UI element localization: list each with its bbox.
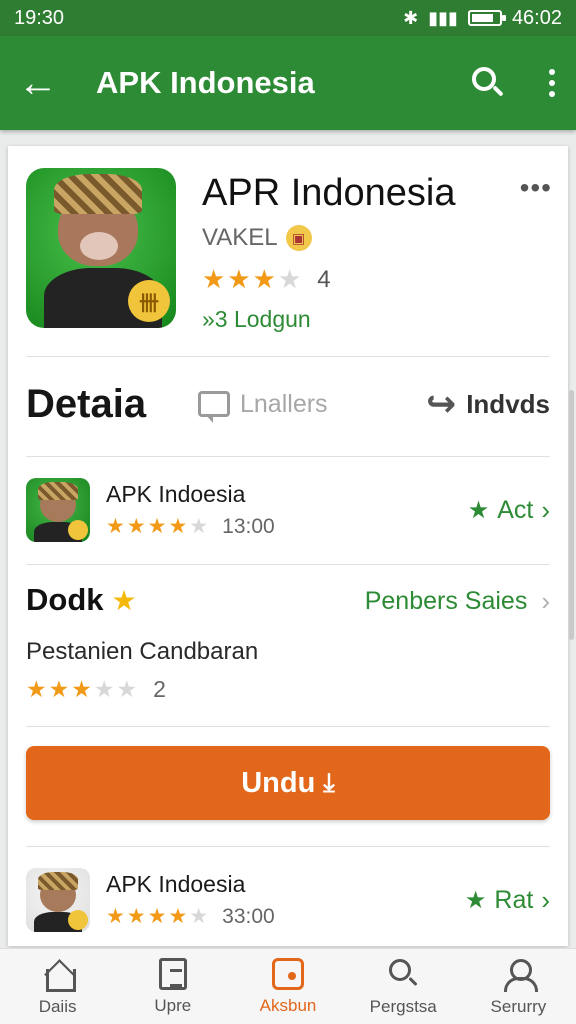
list-item-title: APK Indoesia <box>106 871 246 897</box>
rating-value: 4 <box>317 265 331 293</box>
document-icon <box>158 957 187 990</box>
app-rating: ★★★★ 4 <box>202 264 331 295</box>
app-detail-card: 卌 APR Indonesia ••• VAKEL ▣ ★★★★ 4 »3 Lo… <box>8 146 568 946</box>
status-right-text: 46:02 <box>511 6 562 29</box>
user-icon <box>501 957 539 992</box>
tab-share[interactable]: ↪ Indvds <box>426 383 550 425</box>
star-rating-icon: ★★★★★ <box>106 905 211 928</box>
list-item[interactable]: APK Indoesia ★★★★★ 13:00 ★ Act › <box>26 462 550 558</box>
section-rating: ★★★★★ 2 <box>26 676 166 703</box>
more-horiz-icon[interactable]: ••• <box>520 172 552 204</box>
divider <box>26 564 550 565</box>
nav-item-home[interactable]: Daiis <box>0 949 115 1024</box>
download-icon: ⤓ <box>323 767 335 797</box>
nav-item-label: Aksbun <box>259 995 317 1015</box>
divider <box>26 456 550 457</box>
developer-badge-icon: ▣ <box>285 225 312 251</box>
home-icon <box>41 957 76 992</box>
back-arrow-icon[interactable]: ← <box>18 63 78 103</box>
app-icon: 卌 <box>26 168 176 328</box>
download-count: »3 Lodgun <box>202 306 311 332</box>
divider <box>26 356 550 357</box>
chevron-right-icon: › <box>541 494 550 525</box>
star-icon: ★ <box>464 886 487 914</box>
list-item-action[interactable]: ★ Rat › <box>465 885 550 916</box>
download-button[interactable]: Undu ⤓ <box>26 746 550 820</box>
download-button-label: Undu <box>241 766 316 799</box>
more-vert-icon[interactable] <box>546 69 558 97</box>
search-icon <box>386 957 420 991</box>
developer-row[interactable]: VAKEL ▣ <box>202 224 312 252</box>
app-bar: ← APK Indonesia <box>0 36 576 130</box>
list-item-time: 13:00 <box>222 514 275 538</box>
status-bar: 19:30 ✱ ▮▮▮ 46:02 <box>0 0 576 36</box>
app-icon-badge: 卌 <box>128 280 170 322</box>
tab-reviews[interactable]: Lnallers <box>198 389 394 423</box>
list-item-action[interactable]: ★ Act › <box>468 495 550 526</box>
nav-item-label: Upre <box>154 995 192 1015</box>
nav-item-label: Serurry <box>490 996 547 1016</box>
section-link[interactable]: Penbers Saies › <box>365 586 550 617</box>
divider <box>26 726 550 727</box>
chevron-right-icon: › <box>541 586 550 616</box>
status-icons: ✱ ▮▮▮ 46:02 <box>403 7 562 30</box>
star-rating-icon: ★★★★ <box>202 264 304 294</box>
app-bar-title: APK Indonesia <box>96 65 315 100</box>
section-link-label: Penbers Saies <box>364 587 528 615</box>
share-arrow-icon: ↪ <box>426 383 457 424</box>
bluetooth-icon: ✱ <box>403 7 419 28</box>
tab-details[interactable]: Detaia <box>26 382 198 427</box>
star-icon: ★ <box>467 496 490 524</box>
signal-icon: ▮▮▮ <box>428 7 458 28</box>
list-item-action-label: Rat <box>494 885 534 914</box>
app-thumbnail <box>26 868 90 932</box>
scrollbar[interactable] <box>569 390 574 640</box>
divider <box>26 846 550 847</box>
tab-bar: Detaia Lnallers ↪ Indvds <box>26 374 550 434</box>
nav-item-updates[interactable]: Upre <box>115 949 230 1024</box>
app-icon <box>272 957 304 990</box>
list-item-title: APK Indoesia <box>106 481 246 507</box>
chat-icon <box>198 391 230 423</box>
list-item-action-label: Act <box>497 495 534 524</box>
nav-item-label: Daiis <box>38 996 77 1016</box>
bottom-nav: Daiis Upre Aksbun Pergstsa Serurry <box>0 948 576 1024</box>
star-icon: ★ <box>111 584 137 616</box>
nav-item-search[interactable]: Pergstsa <box>346 949 461 1024</box>
star-rating-icon: ★★★★★ <box>106 515 211 538</box>
list-item-time: 33:00 <box>222 904 275 928</box>
nav-item-label: Pergstsa <box>369 996 437 1016</box>
list-item[interactable]: APK Indoesia ★★★★★ 33:00 ★ Rat › <box>26 852 550 948</box>
search-icon[interactable] <box>468 63 508 103</box>
section-title: Dodk ★ <box>26 582 137 618</box>
star-rating-icon: ★★★★★ <box>26 676 140 702</box>
app-name: APR Indonesia <box>202 172 456 214</box>
tab-reviews-label: Lnallers <box>240 389 328 418</box>
developer-name: VAKEL <box>202 224 278 251</box>
nav-item-apps[interactable]: Aksbun <box>230 949 345 1024</box>
tab-share-label: Indvds <box>466 388 550 419</box>
nav-item-account[interactable]: Serurry <box>461 949 576 1024</box>
section-description: Pestanien Candbaran <box>26 638 259 665</box>
section-title-text: Dodk <box>26 582 104 617</box>
section-rating-value: 2 <box>153 676 166 702</box>
app-thumbnail <box>26 478 90 542</box>
chevron-right-icon: › <box>541 884 550 915</box>
status-time: 19:30 <box>14 6 65 29</box>
battery-icon <box>467 10 506 26</box>
